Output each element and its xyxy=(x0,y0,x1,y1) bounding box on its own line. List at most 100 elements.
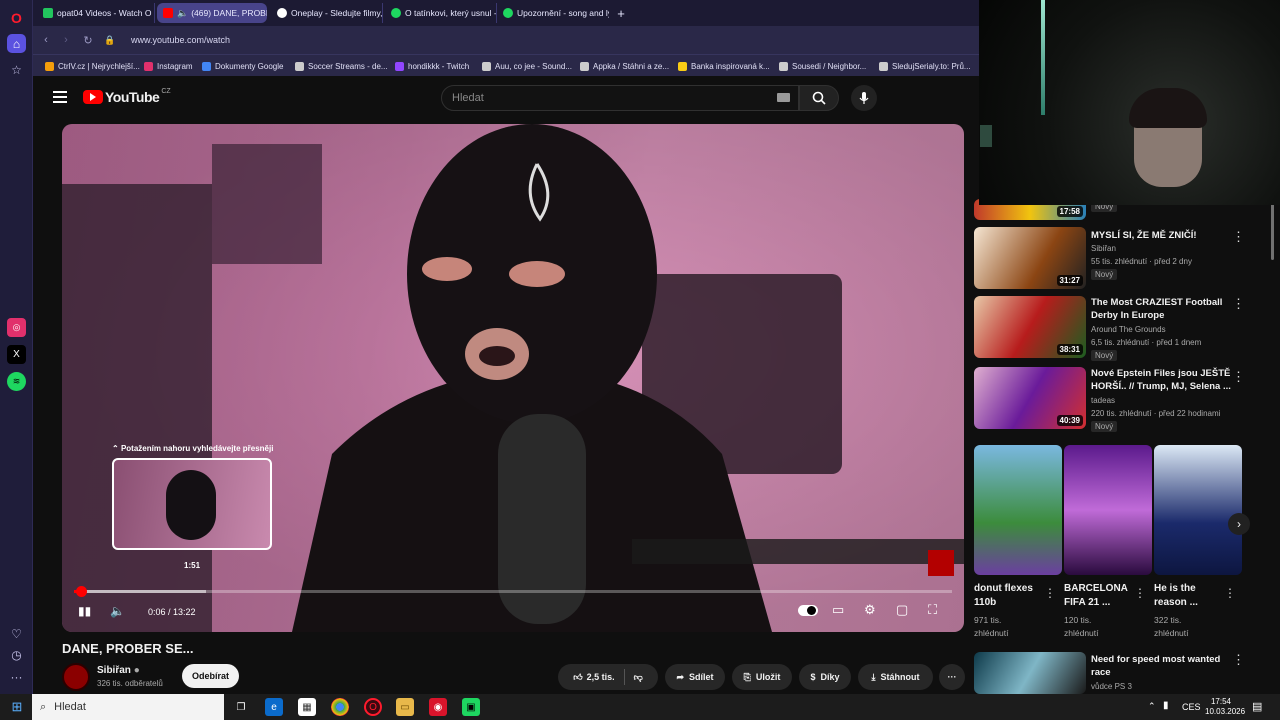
more-vertical-icon[interactable]: ⋮ xyxy=(1044,586,1056,600)
bookmark-item[interactable]: Soccer Streams - de... xyxy=(295,59,388,73)
pause-icon[interactable]: ▮▮ xyxy=(78,604,91,618)
download-button[interactable]: ⤓ Stáhnout xyxy=(858,664,933,690)
history-icon[interactable]: ◷ xyxy=(7,645,26,664)
forward-icon[interactable]: › xyxy=(57,30,75,50)
short-title[interactable]: BARCELONA FIFA 21 ... xyxy=(1064,582,1130,610)
thanks-icon: $ xyxy=(810,672,816,682)
instagram-icon[interactable]: ◎ xyxy=(7,318,26,337)
dislike-button[interactable]: 👎︎ xyxy=(634,672,643,683)
shorts-next-icon[interactable]: › xyxy=(1228,513,1250,535)
speaker-icon[interactable]: 🔈 xyxy=(177,8,188,19)
scrubber-handle[interactable] xyxy=(76,586,88,597)
short-thumbnail[interactable] xyxy=(974,445,1062,575)
subscribe-button[interactable]: Odebírat xyxy=(182,664,239,688)
more-vertical-icon[interactable]: ⋮ xyxy=(1232,229,1245,245)
bookmark-item[interactable]: Appka / Stáhni a ze... xyxy=(580,59,669,73)
video-title[interactable]: Nové Epstein Files jsou JEŠTĚ HORŠÍ.. //… xyxy=(1091,367,1231,393)
more-vertical-icon[interactable]: ⋮ xyxy=(1232,652,1245,668)
tab-spotify-1[interactable]: O tatínkovi, který usnul - / xyxy=(385,3,497,23)
x-icon[interactable]: X xyxy=(7,345,26,364)
spotify-icon[interactable]: ≋ xyxy=(7,372,26,391)
short-thumbnail[interactable] xyxy=(1064,445,1152,575)
back-icon[interactable]: ‹ xyxy=(37,30,55,50)
bookmark-item[interactable]: hondikkk - Twitch xyxy=(395,59,469,73)
chevron-up-icon[interactable]: ⌃ xyxy=(1148,701,1156,712)
tab-oneplay[interactable]: Oneplay - Sledujte filmy, s xyxy=(271,3,383,23)
more-vertical-icon[interactable]: ⋮ xyxy=(1232,296,1245,312)
channel-name[interactable]: tadeas xyxy=(1091,396,1115,405)
bookmark-item[interactable]: Banka inspirovaná k... xyxy=(678,59,770,73)
home-icon[interactable]: ⌂ xyxy=(7,34,26,53)
short-thumbnail[interactable] xyxy=(1154,445,1242,575)
more-icon[interactable]: ··· xyxy=(7,667,26,686)
store-icon[interactable]: ▦ xyxy=(298,698,316,716)
subtitles-icon[interactable]: ▭ xyxy=(832,602,844,618)
file-explorer-icon[interactable]: ▭ xyxy=(396,698,414,716)
edge-icon[interactable]: e xyxy=(265,698,283,716)
bookmark-item[interactable]: Auu, co jee - Sound... xyxy=(482,59,572,73)
settings-icon[interactable]: ⚙ xyxy=(864,602,876,618)
task-view-icon[interactable]: ❐ xyxy=(232,698,250,716)
short-title[interactable]: donut flexes 110b xyxy=(974,582,1040,610)
windows-start-icon[interactable]: ⊞ xyxy=(8,698,26,716)
video-thumbnail[interactable] xyxy=(974,652,1086,694)
notification-icon[interactable]: ▤ xyxy=(1252,700,1262,713)
clock[interactable]: 17:54 10.03.2026 xyxy=(1205,697,1245,717)
keyboard-icon[interactable] xyxy=(777,93,790,102)
chrome-icon[interactable] xyxy=(331,698,349,716)
opera-icon[interactable]: O xyxy=(364,698,382,716)
fullscreen-icon[interactable]: ⛶ xyxy=(928,602,937,618)
search-button[interactable] xyxy=(799,85,839,111)
url-field[interactable]: www.youtube.com/watch xyxy=(131,30,973,50)
tab-opat04[interactable]: opat04 Videos - Watch O xyxy=(37,3,155,23)
video-thumbnail[interactable]: 38:31 xyxy=(974,296,1086,358)
channel-name[interactable]: Around The Grounds xyxy=(1091,325,1166,334)
taskbar-search-input[interactable]: ⌕ Hledat xyxy=(32,694,224,720)
channel-name[interactable]: vůdce PS 3 xyxy=(1091,682,1132,691)
opera-logo-icon[interactable]: O xyxy=(7,8,26,27)
video-thumbnail[interactable]: 40:39 xyxy=(974,367,1086,429)
star-icon[interactable]: ☆ xyxy=(7,60,26,79)
share-button[interactable]: ➦ Sdílet xyxy=(665,664,725,690)
video-thumbnail[interactable]: 31:27 xyxy=(974,227,1086,289)
more-vertical-icon[interactable]: ⋮ xyxy=(1134,586,1146,600)
bookmark-item[interactable]: SledujSerialy.to: Prů... xyxy=(879,59,971,73)
bookmark-item[interactable]: Instagram xyxy=(144,59,193,73)
app-icon[interactable]: ◉ xyxy=(429,698,447,716)
language-indicator[interactable]: CES xyxy=(1182,702,1201,712)
like-button[interactable]: 👍︎ 2,5 tis. xyxy=(573,672,614,683)
video-title[interactable]: MYSLÍ SI, ŽE MĚ ZNIČÍ! xyxy=(1091,229,1231,242)
channel-name[interactable]: Sibiřan ● xyxy=(97,665,140,676)
search-input[interactable]: Hledat xyxy=(441,85,799,111)
video-title[interactable]: The Most CRAZIEST Football Derby In Euro… xyxy=(1091,296,1231,322)
new-tab-button[interactable]: + xyxy=(611,3,631,23)
channel-avatar[interactable] xyxy=(62,663,90,691)
game-icon[interactable]: ▣ xyxy=(462,698,480,716)
channel-name[interactable]: Sibiřan xyxy=(1091,244,1116,253)
short-title[interactable]: He is the reason ... xyxy=(1154,582,1220,610)
youtube-logo[interactable]: YouTube CZ xyxy=(83,88,171,105)
volume-icon[interactable]: 🔈 xyxy=(110,604,125,618)
microphone-tray-icon[interactable]: ▮ xyxy=(1163,700,1169,711)
bookmark-item[interactable]: CtrlV.cz | Nejrychlejší... xyxy=(45,59,140,73)
bookmark-item[interactable]: Dokumenty Google xyxy=(202,59,283,73)
more-vertical-icon[interactable]: ⋮ xyxy=(1224,586,1236,600)
bookmark-item[interactable]: Sousedi / Neighbor... xyxy=(779,59,866,73)
reload-icon[interactable]: ↻ xyxy=(79,30,97,50)
menu-icon[interactable] xyxy=(53,89,67,103)
tab-youtube[interactable]: 🔈(469) DANE, PROBER xyxy=(157,3,267,23)
progress-bar[interactable] xyxy=(74,586,952,597)
tab-spotify-2[interactable]: Upozornění - song and ly xyxy=(497,3,609,23)
channel-watermark-icon[interactable] xyxy=(928,550,954,576)
heart-icon[interactable]: ♡ xyxy=(7,624,26,643)
theater-mode-icon[interactable]: ▢ xyxy=(896,602,908,618)
thanks-button[interactable]: $ Díky xyxy=(799,664,851,690)
more-actions-button[interactable]: ··· xyxy=(939,664,965,690)
more-vertical-icon[interactable]: ⋮ xyxy=(1232,369,1245,385)
video-title[interactable]: Need for speed most wanted race xyxy=(1091,653,1231,679)
video-player[interactable]: ⌃ Potažením nahoru vyhledávejte přesněji… xyxy=(62,124,964,632)
voice-search-button[interactable] xyxy=(851,85,877,111)
scrollbar[interactable] xyxy=(1271,200,1274,260)
autoplay-toggle[interactable] xyxy=(798,605,818,616)
save-button[interactable]: ⎘ Uložit xyxy=(732,664,792,690)
